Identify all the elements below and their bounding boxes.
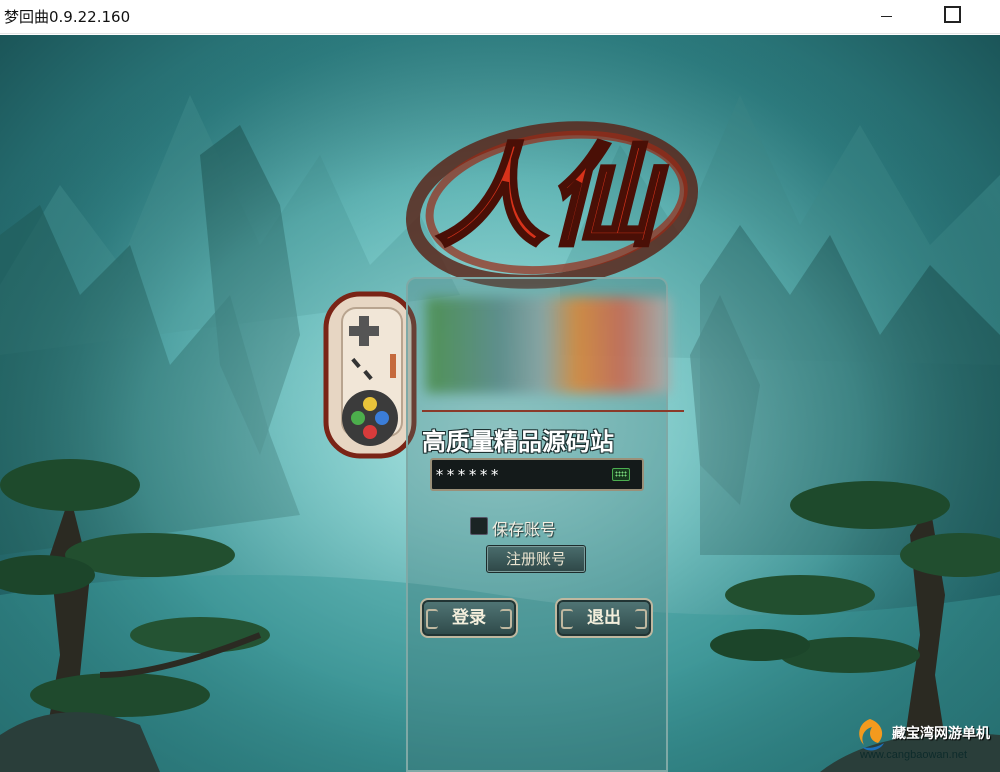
logo-text: 人仙 [437, 132, 667, 261]
censored-image [426, 297, 670, 393]
window-titlebar: 梦回曲0.9.22.160 [0, 0, 1000, 34]
register-button[interactable]: 注册账号 [486, 545, 586, 573]
exit-button[interactable]: 退出 [555, 598, 653, 638]
panel-divider [422, 410, 684, 412]
maximize-button[interactable] [928, 0, 974, 34]
watermark-url-text: www.cangbaowan.net [860, 749, 968, 761]
save-account-checkbox[interactable] [470, 517, 488, 535]
login-button[interactable]: 登录 [420, 598, 518, 638]
window-title: 梦回曲0.9.22.160 [4, 8, 131, 26]
gamepad-icon [323, 291, 417, 459]
password-input[interactable] [435, 463, 599, 486]
watermark-cn-text: 藏宝湾网游单机 [892, 726, 990, 742]
game-logo: 人仙 [405, 121, 699, 289]
site-name-label: 高质量精品源码站 [422, 428, 614, 456]
keyboard-icon[interactable] [612, 468, 630, 481]
game-canvas: 人仙 高质量精品源码站 保存账号 注册账号 登录 退出 藏宝湾网游单机 www.… [0, 35, 1000, 772]
save-account-label: 保存账号 [492, 520, 557, 539]
minimize-button[interactable] [864, 0, 910, 34]
password-field-frame [430, 458, 644, 491]
watermark: 藏宝湾网游单机 www.cangbaowan.net [850, 711, 998, 769]
watermark-logo-icon [859, 719, 884, 751]
